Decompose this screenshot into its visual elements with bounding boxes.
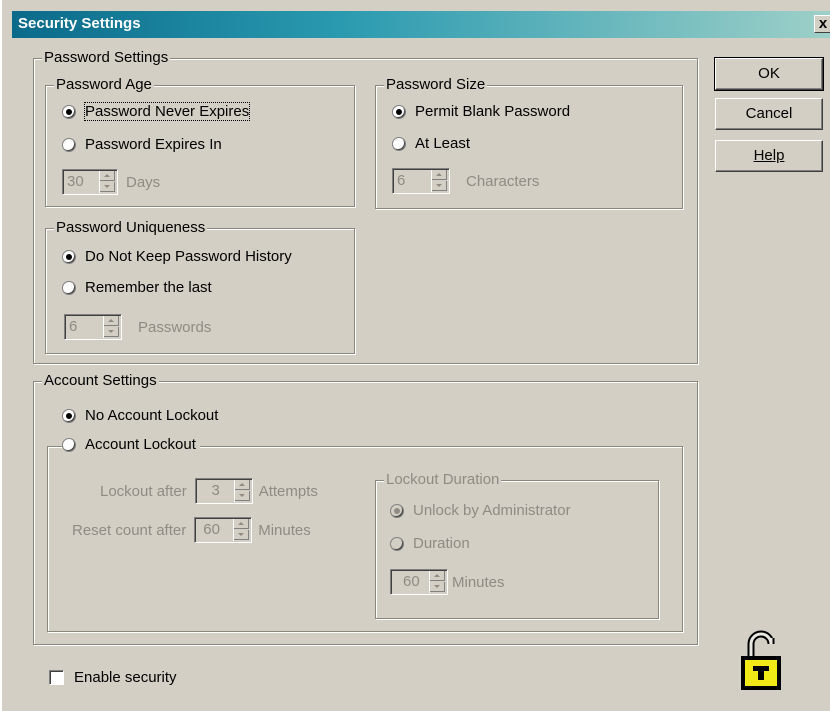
radio-remember-last[interactable]: Remember the last [62,279,212,296]
account-settings-group: Account Settings No Account Lockout Acco… [33,372,698,645]
duration-minutes-value: 60 [403,573,420,590]
radio-at-least[interactable]: At Least [392,135,470,152]
days-value: 30 [67,173,84,190]
close-button[interactable]: x [814,15,830,33]
window-title: Security Settings [18,15,141,32]
radio-indicator [62,408,76,423]
lockout-after-spin-buttons[interactable] [233,480,251,502]
days-label: Days [126,173,161,191]
title-bar: Security Settings x [12,11,830,38]
days-spinner[interactable]: 30 Days [62,169,160,195]
duration-minutes-spin-buttons[interactable] [429,571,446,593]
characters-label: Characters [466,172,540,190]
lockout-after-input[interactable]: 3 [194,478,253,504]
lockout-duration-group: Lockout Duration Unlock by Administrator… [375,471,659,619]
radio-label: Account Lockout [85,436,196,453]
radio-indicator [62,104,76,119]
password-uniqueness-group: Password Uniqueness Do Not Keep Password… [45,219,355,354]
passwords-spinner[interactable]: 6 Passwords [64,314,211,340]
radio-indicator [390,536,404,551]
characters-spinner[interactable]: 6 Characters [392,168,539,194]
enable-security-label: Enable security [74,669,177,686]
radio-indicator [390,503,404,518]
radio-indicator [392,104,406,119]
radio-no-password-history[interactable]: Do Not Keep Password History [62,248,292,265]
lockout-after-label: Lockout after [100,482,187,500]
spin-up-icon[interactable] [432,170,447,180]
passwords-label: Passwords [138,318,212,336]
duration-minutes-label: Minutes [452,573,505,591]
close-icon: x [818,15,828,32]
characters-value: 6 [397,172,406,189]
radio-indicator [392,136,406,151]
radio-indicator [62,437,76,452]
reset-count-value: 60 [203,521,220,538]
days-input[interactable]: 30 [62,169,118,195]
spin-up-icon[interactable] [234,480,250,490]
radio-duration[interactable]: Duration [390,535,470,552]
password-age-legend: Password Age [54,76,154,93]
spin-up-icon[interactable] [234,519,250,529]
password-settings-legend: Password Settings [42,49,171,66]
password-settings-group: Password Settings Password Age Password … [33,49,698,364]
security-settings-dialog: Security Settings x Password Settings Pa… [0,0,830,711]
password-size-group: Password Size Permit Blank Password At L… [375,76,683,209]
spin-down-icon[interactable] [430,582,445,592]
duration-minutes-spinner[interactable]: 60 Minutes [390,569,505,595]
minutes-label: Minutes [258,521,311,539]
reset-count-row: Reset count after 60 Minutes [72,517,311,543]
spin-down-icon[interactable] [234,491,250,501]
checkbox-indicator [49,670,64,685]
radio-permit-blank-password[interactable]: Permit Blank Password [392,103,570,120]
reset-count-input[interactable]: 60 [194,517,253,543]
password-size-legend: Password Size [384,76,488,93]
radio-indicator [62,280,76,295]
spin-down-icon[interactable] [100,182,115,192]
spin-down-icon[interactable] [104,327,119,337]
radio-label: Password Expires In [85,136,222,153]
days-spin-buttons[interactable] [99,171,116,193]
spin-up-icon[interactable] [100,171,115,181]
radio-password-never-expires[interactable]: Password Never Expires [62,102,251,121]
radio-indicator [62,249,76,264]
spin-up-icon[interactable] [104,316,119,326]
duration-minutes-input[interactable]: 60 [390,569,448,595]
passwords-input[interactable]: 6 [64,314,122,340]
characters-spin-buttons[interactable] [431,170,448,192]
radio-password-expires-in[interactable]: Password Expires In [62,136,222,153]
lockout-duration-legend: Lockout Duration [384,471,502,488]
passwords-spin-buttons[interactable] [103,316,120,338]
attempts-label: Attempts [258,482,318,500]
account-lockout-group: Account Lockout Lockout after 3 Attempts… [47,436,683,632]
lockout-after-row: Lockout after 3 Attempts [100,478,318,504]
radio-label: No Account Lockout [85,407,219,424]
radio-label: Remember the last [85,279,212,296]
passwords-value: 6 [69,318,78,335]
help-button[interactable]: Help [715,140,823,172]
enable-security-checkbox[interactable]: Enable security [49,669,177,686]
radio-account-lockout[interactable]: Account Lockout [62,436,200,453]
radio-label: Permit Blank Password [415,103,571,120]
reset-count-label: Reset count after [72,521,187,539]
radio-indicator [62,137,76,152]
padlock-open-icon [737,628,785,692]
radio-label: At Least [415,135,471,152]
spin-up-icon[interactable] [430,571,445,581]
radio-label: Unlock by Administrator [413,502,571,519]
password-uniqueness-legend: Password Uniqueness [54,219,208,236]
lockout-after-value: 3 [211,482,220,499]
cancel-button[interactable]: Cancel [715,98,823,130]
account-settings-legend: Account Settings [42,372,159,389]
characters-input[interactable]: 6 [392,168,450,194]
spin-down-icon[interactable] [234,530,250,540]
ok-button[interactable]: OK [714,57,824,91]
reset-count-spin-buttons[interactable] [233,519,250,541]
radio-label: Password Never Expires [83,102,251,121]
radio-label: Do Not Keep Password History [85,248,292,265]
radio-no-account-lockout[interactable]: No Account Lockout [62,407,218,424]
password-age-group: Password Age Password Never Expires Pass… [45,76,355,207]
radio-unlock-by-administrator[interactable]: Unlock by Administrator [390,502,571,519]
radio-label: Duration [413,535,470,552]
spin-down-icon[interactable] [432,181,447,191]
